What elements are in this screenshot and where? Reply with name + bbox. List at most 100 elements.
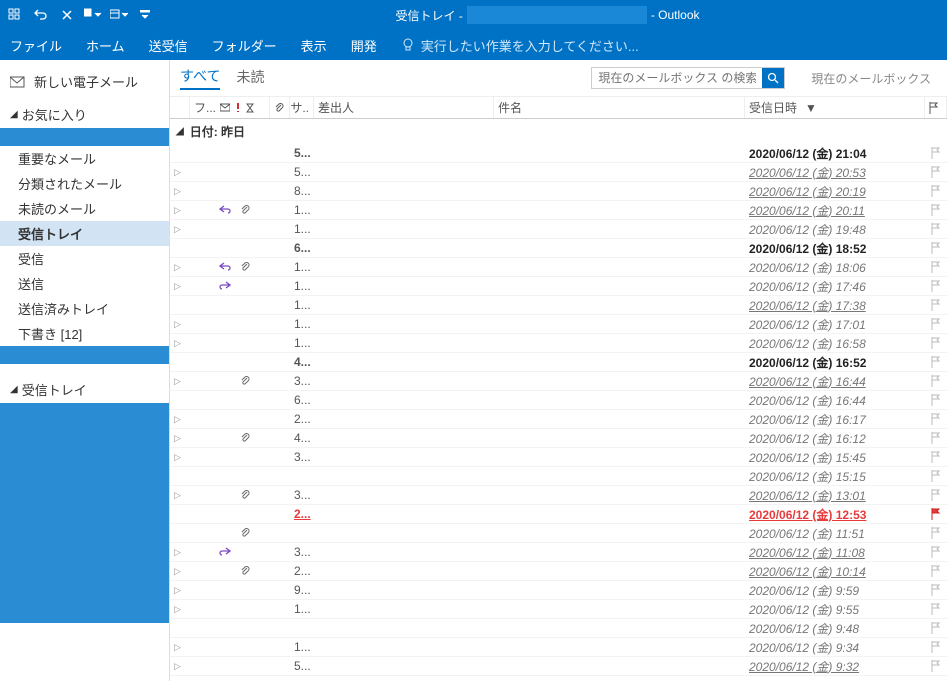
expand-cell[interactable]: ▷ (170, 604, 190, 615)
col-flag[interactable] (925, 97, 947, 118)
message-row[interactable]: 2020/06/12 (金) 9:48 (170, 619, 947, 638)
expand-cell[interactable]: ▷ (170, 566, 190, 577)
flag-cell[interactable] (925, 432, 947, 444)
sidebar-item-redacted[interactable] (0, 346, 169, 364)
flag-cell[interactable] (925, 584, 947, 596)
message-row[interactable]: ▷1...2020/06/12 (金) 19:48 (170, 220, 947, 239)
filter-all[interactable]: すべて (180, 66, 220, 90)
flag-cell[interactable] (925, 318, 947, 330)
message-row[interactable]: ▷3...2020/06/12 (金) 13:01 (170, 486, 947, 505)
new-mail-button[interactable]: 新しい電子メール (0, 66, 169, 97)
flag-cell[interactable] (925, 356, 947, 368)
flag-cell[interactable] (925, 546, 947, 558)
customize-qat-icon[interactable] (136, 6, 154, 24)
sidebar-item-2[interactable]: 分類されたメール (0, 171, 169, 196)
expand-cell[interactable]: ▷ (170, 186, 190, 197)
search-scope[interactable]: 現在のメールボックス (805, 70, 937, 87)
expand-cell[interactable]: ▷ (170, 547, 190, 558)
col-status[interactable]: フ... (190, 97, 270, 118)
flag-cell[interactable] (925, 470, 947, 482)
col-date[interactable]: 受信日時 ▼ (745, 97, 925, 118)
flag-cell[interactable] (925, 166, 947, 178)
message-row[interactable]: ▷1...2020/06/12 (金) 9:55 (170, 600, 947, 619)
undo-icon[interactable] (32, 6, 50, 24)
flag-cell[interactable] (925, 185, 947, 197)
expand-cell[interactable]: ▷ (170, 281, 190, 292)
col-sender[interactable]: 差出人 (314, 97, 494, 118)
inbox-tree-header[interactable]: ◢ 受信トレイ (0, 372, 169, 403)
message-row[interactable]: 2020/06/12 (金) 15:15 (170, 467, 947, 486)
search-input[interactable] (592, 71, 762, 85)
message-row[interactable]: 2...2020/06/12 (金) 12:53 (170, 505, 947, 524)
tab-view[interactable]: 表示 (301, 36, 327, 55)
message-row[interactable]: 2020/06/12 (金) 11:51 (170, 524, 947, 543)
flag-cell[interactable] (925, 223, 947, 235)
archive-dropdown-icon[interactable] (110, 6, 128, 24)
expand-cell[interactable]: ▷ (170, 433, 190, 444)
expand-cell[interactable]: ▷ (170, 338, 190, 349)
sidebar-item-6[interactable]: 送信 (0, 271, 169, 296)
tell-me[interactable]: 実行したい作業を入力してください... (401, 36, 639, 55)
message-row[interactable]: ▷2...2020/06/12 (金) 16:17 (170, 410, 947, 429)
group-header-yesterday[interactable]: ◢ 日付: 昨日 (170, 119, 947, 144)
expand-cell[interactable]: ▷ (170, 262, 190, 273)
message-row[interactable]: ▷3...2020/06/12 (金) 16:44 (170, 372, 947, 391)
message-row[interactable]: ▷9...2020/06/12 (金) 9:59 (170, 581, 947, 600)
flag-cell[interactable] (925, 527, 947, 539)
sidebar-item-8[interactable]: 下書き [12] (0, 321, 169, 346)
flag-cell[interactable] (925, 204, 947, 216)
message-row[interactable]: ▷1...2020/06/12 (金) 18:06 (170, 258, 947, 277)
message-row[interactable]: 6...2020/06/12 (金) 16:44 (170, 391, 947, 410)
expand-cell[interactable]: ▷ (170, 452, 190, 463)
tab-file[interactable]: ファイル (10, 36, 62, 55)
message-row[interactable]: ▷3...2020/06/12 (金) 15:45 (170, 448, 947, 467)
flag-cell[interactable] (925, 337, 947, 349)
flag-cell[interactable] (925, 261, 947, 273)
expand-cell[interactable]: ▷ (170, 205, 190, 216)
favorites-header[interactable]: ◢ お気に入り (0, 97, 169, 128)
expand-cell[interactable]: ▷ (170, 642, 190, 653)
search-box[interactable] (591, 67, 785, 89)
flag-cell[interactable] (925, 622, 947, 634)
flag-cell[interactable] (925, 242, 947, 254)
flag-cell[interactable] (925, 451, 947, 463)
sidebar-item-redacted[interactable] (0, 128, 169, 146)
flag-cell[interactable] (925, 147, 947, 159)
col-other[interactable]: サ.. (290, 97, 314, 118)
flag-cell[interactable] (925, 660, 947, 672)
tab-sendrcv[interactable]: 送受信 (149, 36, 188, 55)
col-expand[interactable] (170, 97, 190, 118)
expand-cell[interactable]: ▷ (170, 490, 190, 501)
expand-cell[interactable]: ▷ (170, 224, 190, 235)
expand-cell[interactable]: ▷ (170, 585, 190, 596)
message-row[interactable]: ▷4...2020/06/12 (金) 16:12 (170, 429, 947, 448)
expand-cell[interactable]: ▷ (170, 661, 190, 672)
message-row[interactable]: ▷1...2020/06/12 (金) 17:46 (170, 277, 947, 296)
message-row[interactable]: ▷1...2020/06/12 (金) 9:34 (170, 638, 947, 657)
column-headers[interactable]: フ... サ.. 差出人 件名 受信日時 ▼ (170, 97, 947, 119)
sidebar-item-3[interactable]: 未読のメール (0, 196, 169, 221)
grid-dropdown-icon[interactable] (84, 6, 102, 24)
expand-cell[interactable]: ▷ (170, 167, 190, 178)
flag-cell[interactable] (925, 394, 947, 406)
app-menu-icon[interactable] (6, 6, 24, 24)
sidebar-item-5[interactable]: 受信 (0, 246, 169, 271)
search-icon[interactable] (762, 68, 784, 88)
delete-icon[interactable] (58, 6, 76, 24)
col-attach[interactable] (270, 97, 290, 118)
account-node-redacted[interactable] (0, 403, 169, 623)
message-row[interactable]: ▷5...2020/06/12 (金) 20:53 (170, 163, 947, 182)
expand-cell[interactable]: ▷ (170, 319, 190, 330)
message-row[interactable]: ▷3...2020/06/12 (金) 11:08 (170, 543, 947, 562)
expand-cell[interactable]: ▷ (170, 414, 190, 425)
flag-cell[interactable] (925, 413, 947, 425)
expand-cell[interactable]: ▷ (170, 376, 190, 387)
flag-cell[interactable] (925, 299, 947, 311)
flag-cell[interactable] (925, 375, 947, 387)
tab-dev[interactable]: 開発 (351, 36, 377, 55)
message-row[interactable]: ▷1...2020/06/12 (金) 16:58 (170, 334, 947, 353)
flag-cell[interactable] (925, 603, 947, 615)
flag-cell[interactable] (925, 565, 947, 577)
col-subject[interactable]: 件名 (494, 97, 745, 118)
flag-cell[interactable] (925, 489, 947, 501)
